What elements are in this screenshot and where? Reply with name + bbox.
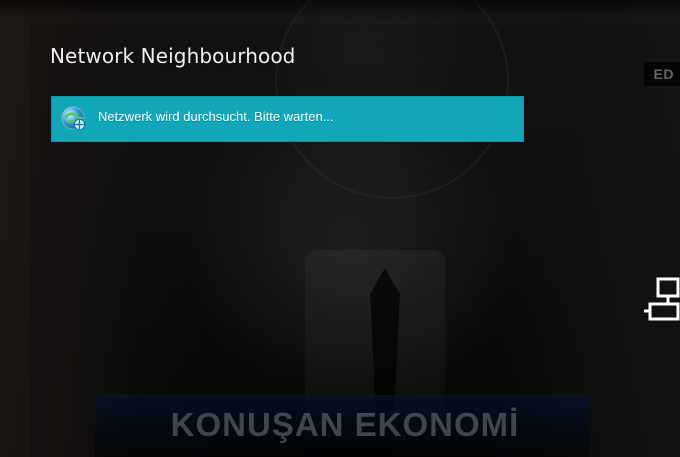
scan-status-text: Netzwerk wird durchsucht. Bitte warten..… (98, 109, 334, 124)
network-icon (642, 272, 680, 330)
lower-third: KONUŞAN EKONOMİ (95, 395, 590, 457)
lower-third-title: KONUŞAN EKONOMİ (170, 406, 520, 443)
top-shadow (0, 0, 680, 20)
globe-network-icon (59, 104, 89, 134)
screen: ED Network Neighbourhood Netzwerk wird d… (0, 0, 680, 457)
scan-status-bar: Netzwerk wird durchsucht. Bitte warten..… (51, 96, 524, 142)
dialog-title: Network Neighbourhood (50, 44, 296, 68)
network-neighbourhood-dialog: Network Neighbourhood Netzwerk wird durc… (30, 24, 680, 457)
